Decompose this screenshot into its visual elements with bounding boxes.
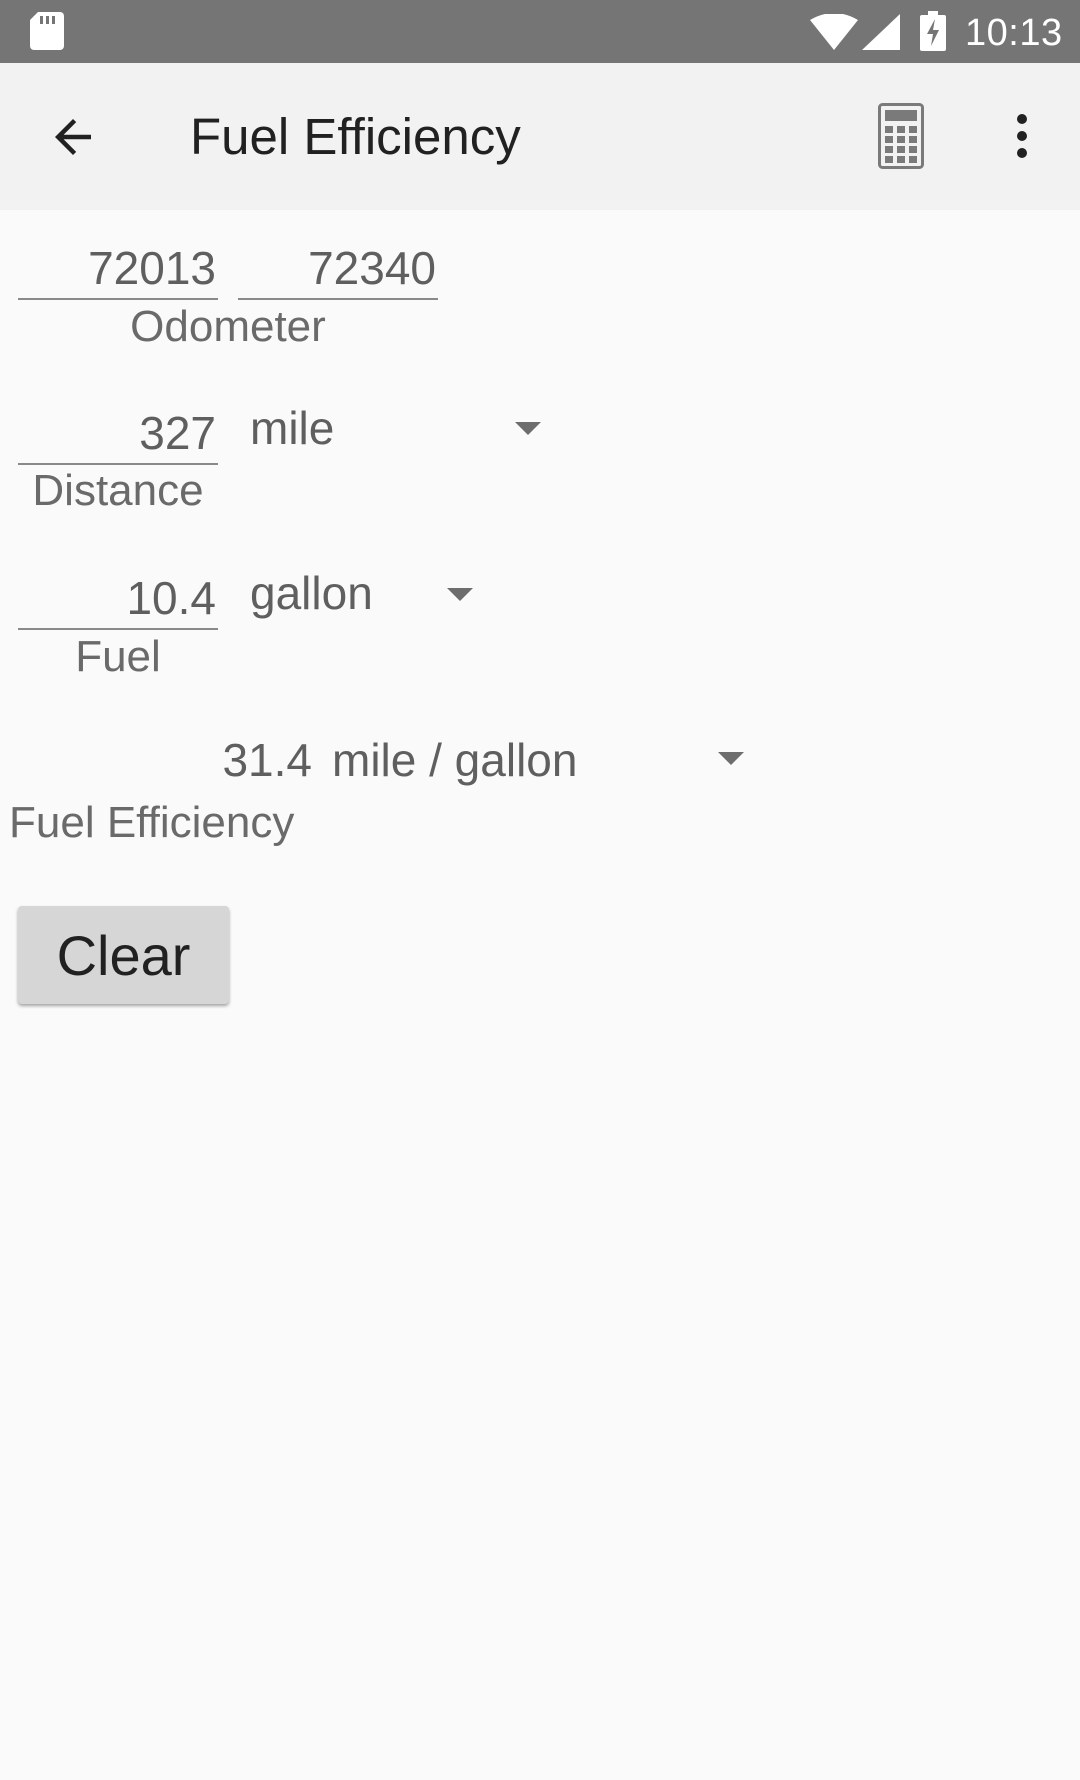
more-vert-icon[interactable] — [1010, 113, 1034, 159]
page-title: Fuel Efficiency — [190, 108, 521, 165]
fuel-input[interactable]: 10.4 — [18, 566, 218, 630]
clear-button[interactable]: Clear — [18, 906, 229, 1004]
app-bar: Fuel Efficiency — [0, 63, 1080, 210]
signal-icon — [862, 14, 900, 50]
arrow-back-icon[interactable] — [46, 110, 100, 164]
status-bar: 10:13 — [0, 0, 1080, 63]
distance-unit-spinner[interactable]: mile — [250, 396, 550, 460]
distance-dropdown-arrow-icon[interactable] — [515, 422, 541, 435]
efficiency-label: Fuel Efficiency — [9, 798, 295, 847]
sd-card-icon — [30, 12, 64, 50]
calculator-icon[interactable] — [878, 103, 924, 169]
fuel-label: Fuel — [75, 632, 161, 681]
distance-unit-label: mile — [250, 402, 335, 454]
efficiency-dropdown-arrow-icon[interactable] — [718, 752, 744, 765]
efficiency-value: 31.4 — [222, 734, 312, 786]
odometer-start-input[interactable]: 72013 — [18, 236, 218, 300]
wifi-icon — [810, 14, 858, 50]
fuel-unit-label: gallon — [250, 567, 373, 619]
distance-label: Distance — [32, 466, 204, 515]
status-time: 10:13 — [965, 12, 1063, 54]
battery-icon — [920, 11, 946, 51]
distance-input[interactable]: 327 — [18, 401, 218, 465]
odometer-end-input[interactable]: 72340 — [238, 236, 438, 300]
efficiency-unit-label: mile / gallon — [332, 734, 578, 786]
odometer-label: Odometer — [130, 302, 326, 351]
fuel-dropdown-arrow-icon[interactable] — [447, 588, 473, 601]
efficiency-unit-spinner[interactable]: mile / gallon — [332, 728, 752, 792]
